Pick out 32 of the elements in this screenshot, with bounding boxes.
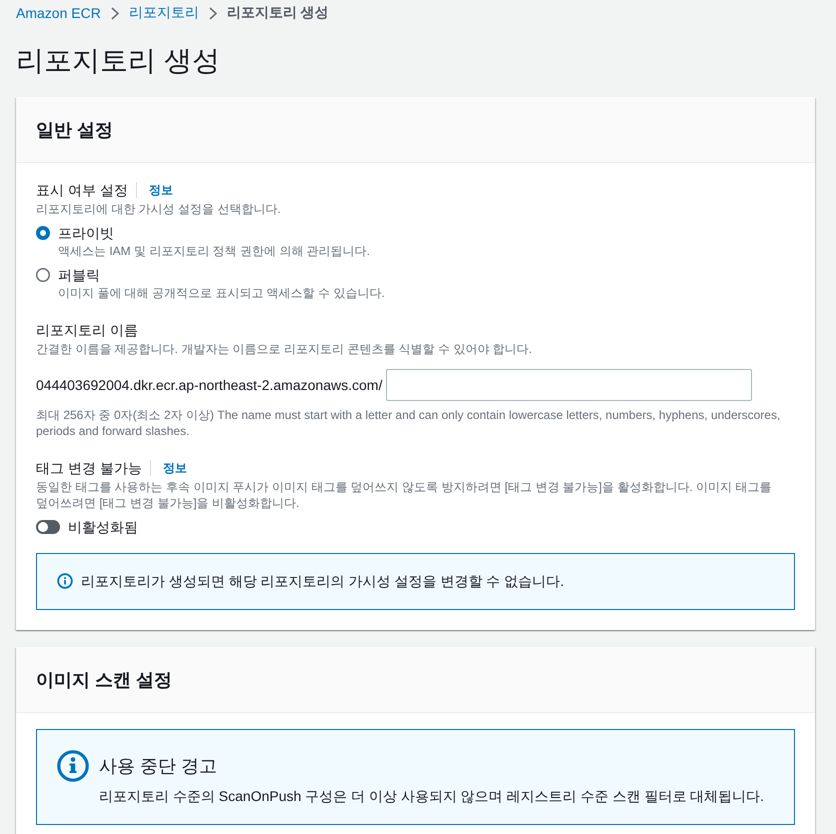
breadcrumb-link[interactable]: Amazon ECR xyxy=(16,5,101,21)
info-icon xyxy=(57,750,89,782)
alert-text: 리포지토리가 생성되면 해당 리포지토리의 가시성 설정을 변경할 수 없습니다. xyxy=(81,572,564,591)
radio-button[interactable] xyxy=(36,226,50,240)
input-field[interactable] xyxy=(386,369,752,401)
constraint-text: 최대 256자 중 0자(최소 2자 이상) The name must start with a letter and can only contain lowercase letters, numbers, hyphens, underscores, periods and forward slashes. xyxy=(36,407,782,439)
chevron-right-icon xyxy=(208,6,217,20)
toggle-switch[interactable] xyxy=(36,520,60,534)
info-link[interactable]: 정보 xyxy=(148,182,173,198)
card-title: 이미지 스캔 설정 xyxy=(36,668,172,692)
toggle-label: 비활성화됨 xyxy=(68,518,138,537)
uri-prefix: 044403692004.dkr.ecr.ap-northeast-2.amazonaws.com/ xyxy=(36,376,382,395)
radio-button[interactable] xyxy=(36,268,50,282)
card-title: 일반 설정 xyxy=(36,118,114,142)
alert-title: 사용 중단 경고 xyxy=(99,755,218,778)
field-description: 리포지토리에 대한 가시성 설정을 선택합니다. xyxy=(36,201,281,217)
info-link[interactable]: 정보 xyxy=(162,460,187,476)
radio-label[interactable]: 퍼블릭 xyxy=(58,265,100,285)
radio-label[interactable]: 프라이빗 xyxy=(58,223,114,243)
page-title: 리포지토리 생성 xyxy=(16,44,220,78)
radio-description: 액세스는 IAM 및 리포지토리 정책 권한에 의해 관리됩니다. xyxy=(58,243,370,259)
radio-description: 이미지 풀에 대해 공개적으로 표시되고 액세스할 수 있습니다. xyxy=(58,285,385,301)
field-description: 간결한 이름을 제공합니다. 개발자는 이름으로 리포지토리 콘텐츠를 식별할 수 있어야 합니다. xyxy=(36,341,532,357)
field-label: 태그 변경 불가능 xyxy=(36,459,142,478)
field-description: 동일한 태그를 사용하는 후속 이미지 푸시가 이미지 태그를 덮어쓰지 않도록 방지하려면 [태그 변경 불가능]을 활성화합니다. 이미지 태그를 덮어쓰려면 [태그 변경 불가능]을 비활성화합니다. xyxy=(36,479,772,511)
field-label: 리포지토리 이름 xyxy=(36,321,138,340)
chevron-right-icon xyxy=(110,6,119,20)
alert-text: 리포지토리 수준의 ScanOnPush 구성은 더 이상 사용되지 않으며 레지스트리 수준 스캔 필터로 대체됩니다. xyxy=(99,787,764,806)
info-icon xyxy=(57,573,73,589)
breadcrumb-current: 리포지토리 생성 xyxy=(226,4,329,22)
breadcrumb-link[interactable]: 리포지토리 xyxy=(128,4,199,22)
field-label: 표시 여부 설정 xyxy=(36,181,128,200)
